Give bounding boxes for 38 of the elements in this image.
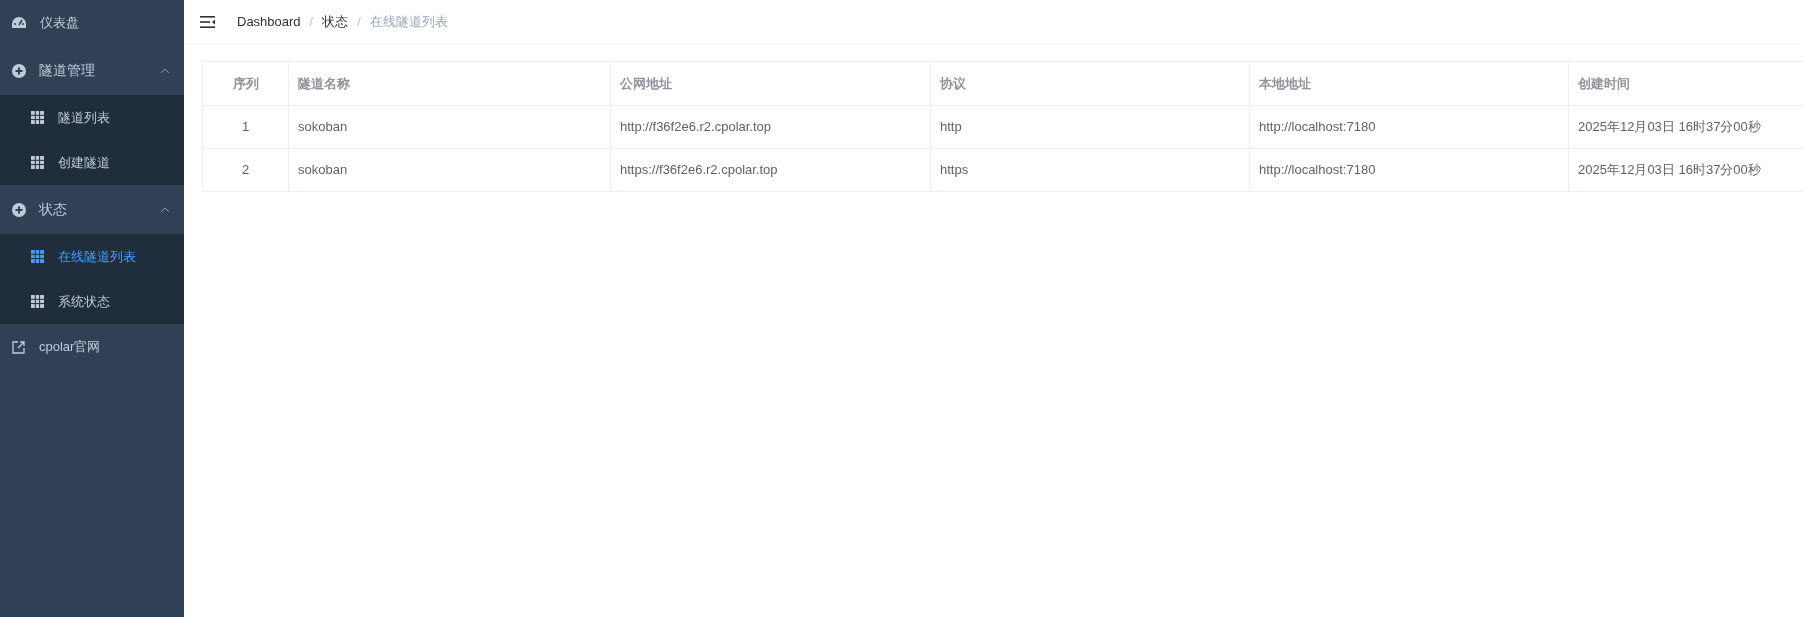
table-cell: sokoban <box>289 149 611 192</box>
chevron-icon <box>160 206 170 213</box>
table-cell: http://f36f2e6.r2.cpolar.top <box>611 106 931 149</box>
grid-icon <box>31 156 44 169</box>
table-cell: 2025年12月03日 16时37分00秒 <box>1569 106 1803 149</box>
grid-icon <box>31 250 44 263</box>
column-header: 公网地址 <box>611 62 931 106</box>
plus-circle-icon <box>12 63 26 78</box>
table-cell: https <box>931 149 1250 192</box>
breadcrumb-item[interactable]: Dashboard <box>237 11 301 32</box>
table-cell: 2 <box>203 149 289 192</box>
submenu-item[interactable]: 隧道列表 <box>0 95 184 140</box>
column-header: 序列 <box>203 62 289 106</box>
table-cell: http <box>931 106 1250 149</box>
plus-circle-icon <box>12 202 26 217</box>
table-cell: sokoban <box>289 106 611 149</box>
column-header: 创建时间 <box>1569 62 1803 106</box>
menu-icon[interactable] <box>200 15 215 28</box>
grid-icon <box>31 295 44 308</box>
table-cell: 1 <box>203 106 289 149</box>
column-header: 本地地址 <box>1250 62 1569 106</box>
breadcrumb-separator: / <box>357 12 361 31</box>
gauge-icon <box>12 17 26 29</box>
table-cell: https://f36f2e6.r2.cpolar.top <box>611 149 931 192</box>
submenu-item[interactable]: 在线隧道列表 <box>0 234 184 279</box>
submenu-item[interactable]: 系统状态 <box>0 279 184 324</box>
breadcrumb-separator: / <box>309 12 314 31</box>
submenu-item[interactable]: 创建隧道 <box>0 140 184 185</box>
table-cell: http://localhost:7180 <box>1250 149 1569 192</box>
chevron-icon <box>160 67 170 74</box>
column-header: 协议 <box>931 62 1250 106</box>
external-link-icon <box>12 340 25 354</box>
table-cell: 2025年12月03日 16时37分00秒 <box>1569 149 1803 192</box>
grid-icon <box>31 111 44 124</box>
column-header: 隧道名称 <box>289 62 611 106</box>
breadcrumb-item: 在线隧道列表 <box>369 12 448 31</box>
table-cell: http://localhost:7180 <box>1250 106 1569 149</box>
breadcrumb-item[interactable]: 状态 <box>322 11 349 32</box>
